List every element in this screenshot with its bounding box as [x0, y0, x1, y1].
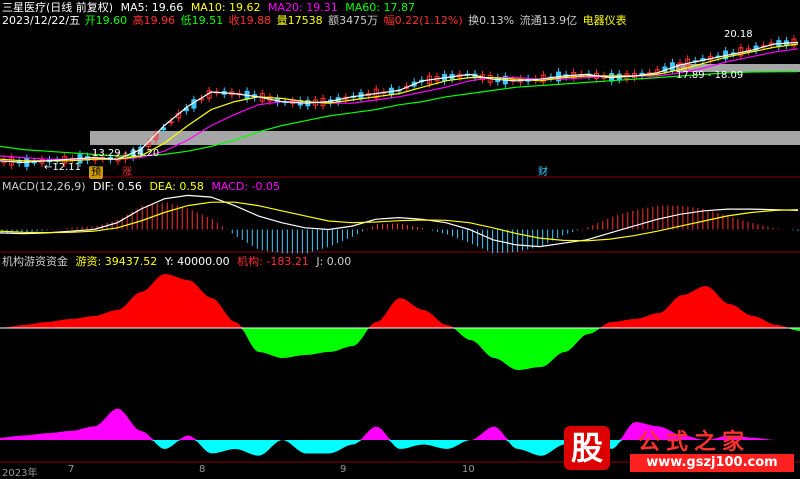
xaxis-label-0: 2023年 [2, 468, 38, 479]
macd-header: MACD(12,26,9) DIF: 0.56 DEA: 0.58 MACD: … [2, 180, 284, 193]
outflow-fund-area [0, 328, 800, 370]
xaxis-label-1: 7 [68, 464, 75, 475]
watermark: 股 公式之家 www.gszj100.com [560, 422, 800, 476]
change-value: 幅0.22(1.12%) [383, 14, 463, 27]
volume-value: 量17538 [276, 14, 323, 27]
watermark-name: 公式之家 [638, 429, 751, 455]
fund-title: 机构游资资金 [2, 255, 68, 268]
dif-value: DIF: 0.56 [93, 180, 142, 193]
amount-value: 额3475万 [328, 14, 379, 27]
macd-value: MACD: -0.05 [211, 180, 281, 193]
marker-zhang[interactable]: 涨 [122, 166, 132, 179]
float-cap-value: 流通13.9亿 [519, 14, 578, 27]
xaxis-label-4: 10 [462, 464, 475, 475]
ma20-value: MA20: 19.31 [268, 1, 338, 14]
marker-cai[interactable]: 财 [538, 166, 548, 179]
low-value: 低19.51 [180, 14, 224, 27]
zone-bottom-label: 13.29 - 14.20 [92, 148, 160, 159]
marker-yu[interactable]: 预 [89, 166, 103, 179]
stock-title: 三星医疗(日线 前复权) [2, 1, 114, 14]
fund-header: 机构游资资金 游资: 39437.52 Y: 40000.00 机构: -183… [2, 255, 355, 268]
date-value: 2023/12/22/五 [2, 14, 81, 27]
close-value: 收19.88 [228, 14, 272, 27]
y-value: Y: 40000.00 [164, 255, 230, 268]
sector-value: 电器仪表 [582, 14, 627, 27]
price-header: 三星医疗(日线 前复权) MA5: 19.66 MA10: 19.62 MA20… [2, 1, 419, 14]
watermark-logo: 股 [564, 426, 610, 470]
open-value: 开19.60 [84, 14, 128, 27]
zone-top-label: 17.89 - 18.09 [676, 70, 744, 81]
youzi-value: 游资: 39437.52 [75, 255, 158, 268]
xaxis-label-2: 8 [199, 464, 206, 475]
low-price-label: ←12.11 [44, 162, 82, 173]
ma5-value: MA5: 19.66 [120, 1, 184, 14]
j-value: J: 0.00 [316, 255, 352, 268]
candle-body [168, 121, 174, 124]
institution-fund-area [0, 274, 800, 328]
quote-header: 2023/12/22/五 开19.60 高19.96 低19.51 收19.88… [2, 14, 631, 27]
dea-value: DEA: 0.58 [149, 180, 204, 193]
macd-title: MACD(12,26,9) [2, 180, 86, 193]
support-zone-low [90, 131, 800, 145]
turnover-value: 换0.13% [468, 14, 515, 27]
ma10-value: MA10: 19.62 [190, 1, 261, 14]
high-value: 高19.96 [132, 14, 176, 27]
high-price-label: 20.18 [724, 29, 753, 40]
ma60-value: MA60: 17.87 [345, 1, 415, 14]
watermark-url: www.gszj100.com [630, 454, 794, 472]
xaxis-label-3: 9 [340, 464, 347, 475]
jigou-value: 机构: -183.21 [237, 255, 309, 268]
